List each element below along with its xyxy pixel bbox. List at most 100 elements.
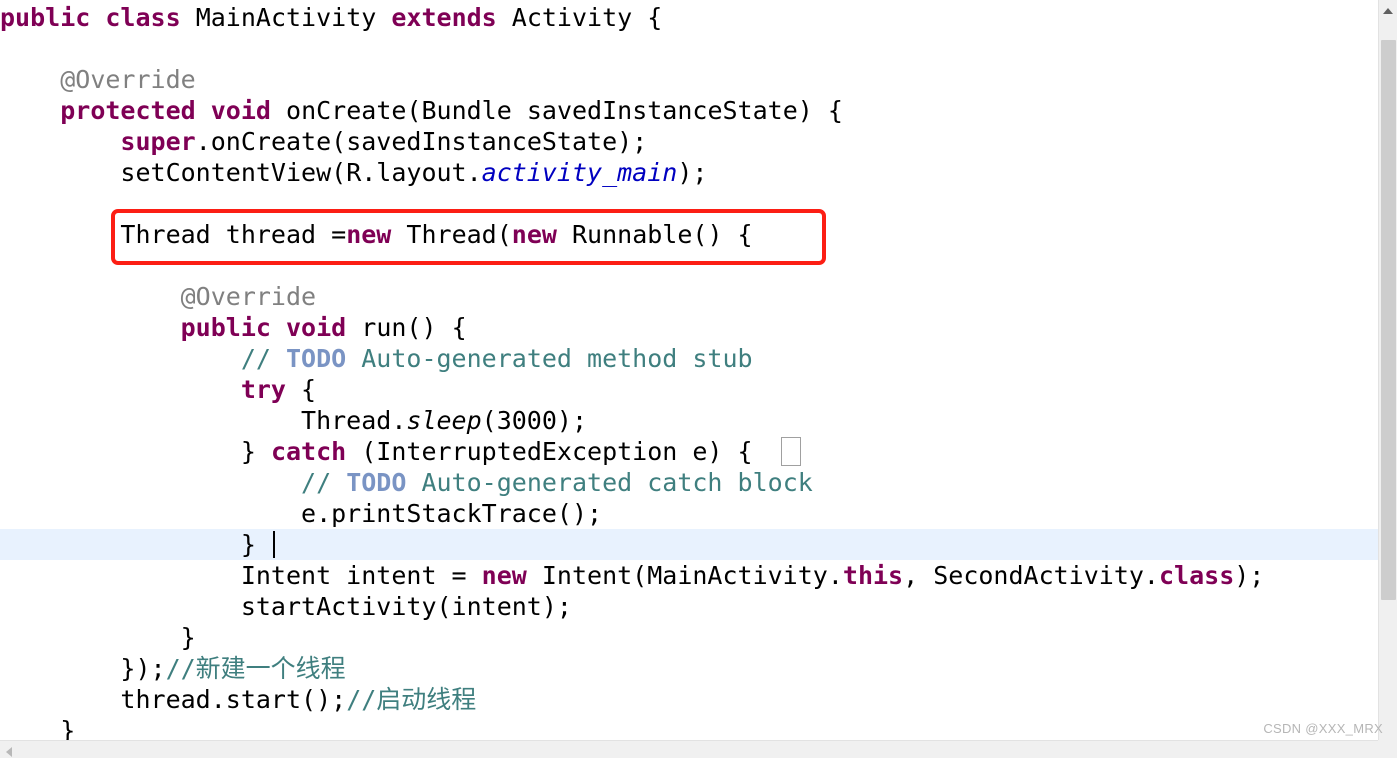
code-token: activity_main: [481, 158, 678, 187]
code-token: new: [511, 220, 557, 249]
code-token: }: [240, 530, 256, 559]
code-token: }: [60, 716, 76, 740]
code-line[interactable]: try {: [0, 374, 1378, 405]
code-token: try: [240, 375, 286, 404]
code-token: Thread(: [391, 220, 512, 249]
code-line[interactable]: [0, 188, 1378, 219]
code-line[interactable]: setContentView(R.layout.activity_main);: [0, 157, 1378, 188]
code-token: startActivity(intent);: [240, 592, 572, 621]
code-token: protected: [60, 96, 196, 125]
code-token: void: [286, 313, 347, 342]
code-token: public: [0, 3, 91, 32]
code-line[interactable]: @Override: [0, 64, 1378, 95]
code-token: run() {: [346, 313, 467, 342]
code-token: @Override: [60, 65, 196, 94]
code-token: Thread.: [301, 406, 407, 435]
code-line[interactable]: protected void onCreate(Bundle savedInst…: [0, 95, 1378, 126]
code-token: onCreate(Bundle savedInstanceState) {: [270, 96, 843, 125]
code-token: TODO: [285, 344, 347, 373]
code-token: }: [240, 437, 271, 466]
code-token: //: [240, 344, 286, 373]
code-token: //启动线程: [346, 685, 477, 714]
code-line[interactable]: super.onCreate(savedInstanceState);: [0, 126, 1378, 157]
code-token: setContentView(R.layout.: [120, 158, 482, 187]
code-line[interactable]: });//新建一个线程: [0, 653, 1378, 684]
code-token: new: [481, 561, 527, 590]
code-line[interactable]: Thread thread =new Thread(new Runnable()…: [0, 219, 1378, 250]
code-token: MainActivity: [180, 3, 392, 32]
code-line[interactable]: thread.start();//启动线程: [0, 684, 1378, 715]
code-token: @Override: [180, 282, 317, 311]
code-line[interactable]: @Override: [0, 281, 1378, 312]
code-line[interactable]: }: [0, 715, 1378, 740]
code-line[interactable]: }: [0, 622, 1378, 653]
code-token: Runnable() {: [556, 220, 753, 249]
code-token: extends: [391, 3, 497, 32]
vertical-scrollbar-thumb[interactable]: [1381, 40, 1396, 600]
code-line[interactable]: Thread.sleep(3000);: [0, 405, 1378, 436]
code-line[interactable]: [0, 250, 1378, 281]
code-token: TODO: [346, 468, 407, 497]
code-token: this: [842, 561, 904, 590]
code-token: public: [180, 313, 271, 342]
code-token: Thread thread =: [120, 220, 347, 249]
code-token: .onCreate(savedInstanceState);: [195, 127, 648, 156]
horizontal-scrollbar[interactable]: [0, 740, 1378, 758]
code-line[interactable]: e.printStackTrace();: [0, 498, 1378, 529]
vertical-scrollbar[interactable]: [1378, 0, 1397, 758]
code-token: new: [346, 220, 392, 249]
code-line[interactable]: // TODO Auto-generated method stub: [0, 343, 1378, 374]
bracket-match-box: [781, 437, 801, 466]
code-token: class: [105, 3, 181, 32]
code-line[interactable]: Intent intent = new Intent(MainActivity.…: [0, 560, 1378, 591]
code-editor[interactable]: public class MainActivity extends Activi…: [0, 0, 1397, 758]
scroll-left-arrow-icon[interactable]: [6, 747, 12, 757]
scrollbar-corner: [1378, 740, 1397, 758]
code-surface[interactable]: public class MainActivity extends Activi…: [0, 0, 1378, 740]
code-line[interactable]: public void run() {: [0, 312, 1378, 343]
code-line[interactable]: // TODO Auto-generated catch block: [0, 467, 1378, 498]
code-token: , SecondActivity.: [903, 561, 1159, 590]
code-token: (3000);: [481, 406, 588, 435]
code-token: Auto-generated method stub: [346, 344, 753, 373]
code-token: );: [1234, 561, 1265, 590]
csdn-watermark: CSDN @XXX_MRX: [1263, 721, 1383, 736]
code-token: Activity {: [496, 3, 663, 32]
code-line[interactable]: }: [0, 529, 1378, 560]
code-token: );: [677, 158, 708, 187]
code-token: //: [301, 468, 347, 497]
code-line[interactable]: startActivity(intent);: [0, 591, 1378, 622]
code-token: Auto-generated catch block: [406, 468, 813, 497]
code-token: Intent(MainActivity.: [526, 561, 843, 590]
scroll-up-arrow-icon[interactable]: [1383, 8, 1393, 14]
code-token: catch: [270, 437, 347, 466]
code-token: sleep: [406, 406, 482, 435]
code-line[interactable]: [0, 33, 1378, 64]
code-token: //新建一个线程: [165, 654, 346, 683]
code-line[interactable]: public class MainActivity extends Activi…: [0, 2, 1378, 33]
code-token: {: [285, 375, 317, 404]
code-line[interactable]: } catch (InterruptedException e) {: [0, 436, 1378, 467]
code-token: }: [180, 623, 196, 652]
code-token: void: [210, 96, 271, 125]
code-token: class: [1158, 561, 1235, 590]
